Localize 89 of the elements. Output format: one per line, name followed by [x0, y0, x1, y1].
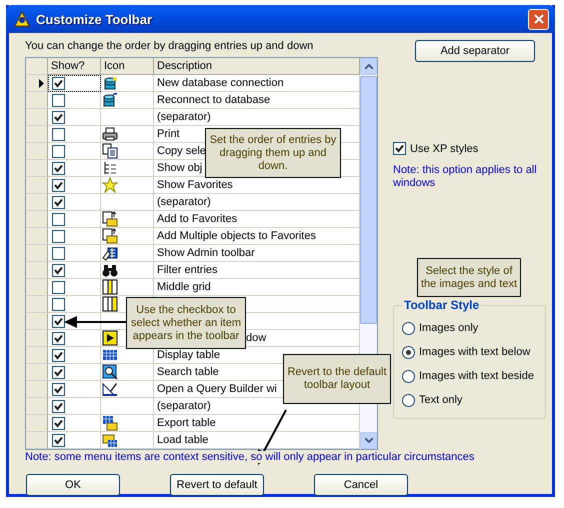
- table-cell: Load table: [154, 432, 360, 449]
- dialog-button[interactable]: OK: [26, 474, 120, 496]
- copy-icon: [102, 143, 118, 159]
- show-checkbox[interactable]: [52, 366, 65, 378]
- admin-icon: [102, 245, 118, 261]
- note-text: Note: some menu items are context sensitive, so will only appear in particular circumstances: [25, 451, 474, 463]
- show-checkbox[interactable]: [52, 178, 65, 192]
- database-icon: [102, 75, 118, 91]
- table-cell: Add to Favorites: [154, 211, 360, 228]
- folder-icon: [102, 211, 118, 227]
- app-icon: [14, 11, 30, 27]
- add-separator-button[interactable]: Add separator: [415, 40, 535, 62]
- database-icon: [102, 92, 118, 108]
- table-cell: Add Multiple objects to Favorites: [154, 228, 360, 245]
- show-checkbox[interactable]: [52, 144, 65, 158]
- scroll-thumb[interactable]: [360, 76, 377, 324]
- table-cell: New database connection: [154, 75, 360, 92]
- folder-icon: [102, 228, 118, 244]
- table-cell: (separator): [154, 109, 360, 126]
- dialog-button[interactable]: Revert to default: [170, 474, 264, 496]
- show-checkbox[interactable]: [52, 382, 65, 396]
- show-checkbox[interactable]: [52, 246, 65, 260]
- table-cell: Show Admin toolbar: [154, 245, 360, 262]
- show-checkbox[interactable]: [52, 264, 65, 276]
- close-button[interactable]: [528, 8, 549, 30]
- show-checkbox[interactable]: [52, 298, 65, 310]
- group-title: Toolbar Style: [403, 298, 480, 312]
- checkbox-label: Use XP styles: [410, 142, 478, 154]
- show-checkbox[interactable]: [52, 280, 65, 294]
- show-checkbox[interactable]: [52, 314, 65, 328]
- table-cell: (separator): [154, 194, 360, 211]
- radio-label: Images with text beside: [419, 370, 534, 382]
- show-checkbox[interactable]: [52, 230, 65, 242]
- column-header[interactable]: Description: [154, 58, 360, 75]
- column-header[interactable]: Icon: [101, 58, 154, 75]
- grid-icon: [102, 279, 118, 295]
- radio-button[interactable]: [402, 322, 415, 334]
- table-cell: Filter entries: [154, 262, 360, 279]
- arrow: [64, 316, 126, 328]
- radio-label: Text only: [419, 394, 462, 406]
- show-checkbox[interactable]: [52, 400, 65, 412]
- radio-button[interactable]: [402, 394, 415, 406]
- play-icon: [102, 330, 118, 346]
- table-icon: [102, 415, 118, 431]
- tree-icon: [102, 160, 118, 176]
- chevron-up-icon: [364, 64, 372, 69]
- show-checkbox[interactable]: [52, 434, 65, 446]
- printer-icon: [102, 126, 118, 142]
- window-title: Customize Toolbar: [36, 12, 154, 26]
- star-icon: [102, 177, 118, 193]
- close-icon: [534, 14, 544, 24]
- ruler-icon: [102, 381, 118, 397]
- table-icon: [102, 347, 118, 363]
- radio-button[interactable]: [402, 370, 415, 382]
- show-checkbox[interactable]: [52, 162, 65, 174]
- show-checkbox[interactable]: [52, 196, 65, 208]
- table-cell: Middle grid: [154, 279, 360, 296]
- show-checkbox[interactable]: [52, 332, 65, 344]
- xp-styles-checkbox[interactable]: [393, 142, 406, 155]
- radio-button[interactable]: [402, 346, 415, 358]
- dialog-button[interactable]: Cancel: [314, 474, 408, 496]
- search-icon: [102, 364, 118, 380]
- grid-icon: [102, 296, 118, 312]
- radio-label: Images only: [419, 322, 478, 334]
- folder-icon: [102, 432, 118, 448]
- show-checkbox[interactable]: [52, 128, 65, 140]
- show-checkbox[interactable]: [52, 212, 65, 226]
- show-checkbox[interactable]: [52, 348, 65, 362]
- callout: Use the checkbox to select whether an item appears in the toolbar: [126, 297, 246, 349]
- callout: Select the style of the images and text: [417, 258, 521, 297]
- scroll-up-button[interactable]: [360, 58, 377, 75]
- row-header[interactable]: [26, 75, 48, 92]
- table-cell: Export table: [154, 415, 360, 432]
- show-checkbox[interactable]: [52, 94, 65, 106]
- callout: Set the order of entries by dragging them up and down.: [205, 128, 341, 178]
- chevron-down-icon: [364, 438, 372, 443]
- show-checkbox[interactable]: [52, 416, 65, 430]
- table-cell: Reconnect to database: [154, 92, 360, 109]
- current-row-icon: [39, 78, 44, 88]
- xp-note: Note: this option applies to all windows: [393, 164, 538, 190]
- instruction-text: You can change the order by dragging entries up and down: [25, 40, 314, 53]
- radio-label: Images with text below: [419, 346, 530, 358]
- binoculars-icon: [102, 262, 118, 278]
- row-header: [26, 58, 48, 75]
- callout: Revert to the default toolbar layout: [283, 354, 391, 404]
- show-checkbox[interactable]: [52, 110, 65, 124]
- scroll-down-button[interactable]: [360, 432, 377, 449]
- show-checkbox[interactable]: [52, 76, 65, 90]
- column-header[interactable]: Show?: [48, 58, 101, 75]
